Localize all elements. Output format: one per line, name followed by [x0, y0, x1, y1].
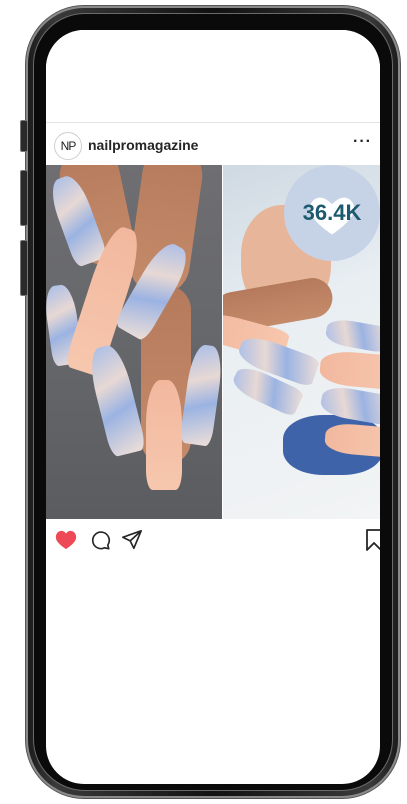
heart-filled-icon [55, 530, 77, 550]
avatar[interactable]: NP [54, 132, 82, 160]
divider [46, 122, 380, 123]
avatar-initials: NP [60, 139, 77, 153]
action-bar [46, 528, 380, 558]
volume-up-button [20, 170, 28, 226]
comment-button[interactable] [88, 528, 112, 552]
like-button[interactable] [54, 528, 78, 552]
post-header: NP nailpromagazine ··· [46, 130, 380, 160]
nail-peach [318, 349, 380, 391]
post-media[interactable]: 36.4K [46, 165, 380, 519]
send-icon [122, 530, 142, 550]
nail-peach [146, 380, 182, 490]
phone-screen: NP nailpromagazine ··· 36.4K [46, 30, 380, 784]
more-options-button[interactable]: ··· [353, 133, 372, 151]
status-area [46, 30, 380, 122]
save-button[interactable] [362, 528, 380, 552]
bookmark-icon [366, 529, 380, 551]
post-username[interactable]: nailpromagazine [88, 137, 198, 153]
share-button[interactable] [120, 528, 144, 552]
nail-marble [324, 316, 380, 354]
comment-icon [91, 531, 111, 550]
mute-switch [20, 120, 28, 152]
like-counter-badge: 36.4K [284, 165, 380, 261]
volume-down-button [20, 240, 28, 296]
like-counter-value: 36.4K [302, 200, 362, 225]
nail-marble [85, 342, 147, 458]
media-left-photo [46, 165, 222, 519]
